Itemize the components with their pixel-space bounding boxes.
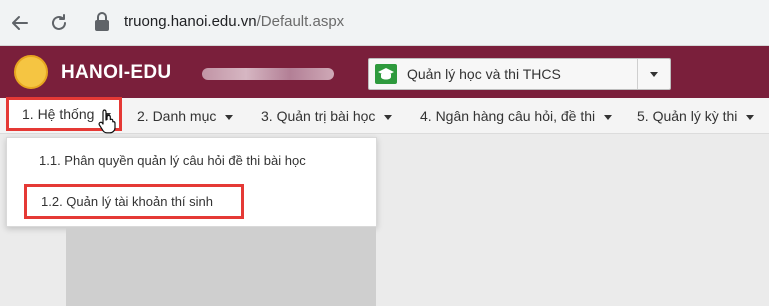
- content-placeholder-panel: [66, 227, 376, 306]
- select-divider: [637, 59, 638, 89]
- hand-cursor-icon: [98, 109, 116, 134]
- brand-title: HANOI-EDU: [61, 62, 172, 83]
- page: truong.hanoi.edu.vn/Default.aspx HANOI-E…: [0, 0, 769, 306]
- menu-item-label: 3. Quản trị bài học: [261, 108, 376, 124]
- menu-item-label: 4. Ngân hàng câu hỏi, đề thi: [420, 108, 596, 124]
- blurred-user-name: [202, 68, 334, 80]
- caret-down-icon: [746, 114, 755, 120]
- url-path: /Default.aspx: [256, 13, 345, 30]
- caret-down-icon: [225, 114, 234, 120]
- hanoi-edu-logo[interactable]: [14, 55, 48, 89]
- chevron-down-icon[interactable]: [650, 72, 658, 77]
- menu-item-danh-muc[interactable]: 2. Danh mục: [137, 98, 234, 134]
- lock-icon: [95, 12, 109, 31]
- address-bar-url[interactable]: truong.hanoi.edu.vn/Default.aspx: [124, 13, 344, 30]
- graduation-cap-icon: [375, 64, 397, 84]
- browser-toolbar: truong.hanoi.edu.vn/Default.aspx: [0, 0, 769, 46]
- menu-item-ngan-hang-cau-hoi[interactable]: 4. Ngân hàng câu hỏi, đề thi: [420, 98, 613, 134]
- he-thong-dropdown: 1.1. Phân quyền quản lý câu hỏi đề thi b…: [6, 137, 377, 227]
- dropdown-item-quan-ly-tai-khoan-thi-sinh[interactable]: 1.2. Quản lý tài khoản thí sinh: [24, 184, 244, 219]
- reload-icon[interactable]: [48, 12, 70, 34]
- caret-down-icon: [604, 114, 613, 120]
- menu-item-label: 2. Danh mục: [137, 108, 217, 124]
- menu-item-label: 5. Quản lý kỳ thi: [637, 108, 738, 124]
- menu-item-quan-ly-ky-thi[interactable]: 5. Quản lý kỳ thi: [637, 98, 755, 134]
- menu-item-label: 1. Hệ thống: [22, 106, 95, 122]
- menu-item-quan-tri-bai-hoc[interactable]: 3. Quản trị bài học: [261, 98, 393, 134]
- back-arrow-icon[interactable]: [9, 12, 31, 34]
- system-select[interactable]: Quản lý học và thi THCS: [368, 58, 671, 90]
- caret-down-icon: [384, 114, 393, 120]
- dropdown-item-phan-quyen[interactable]: 1.1. Phân quyền quản lý câu hỏi đề thi b…: [7, 153, 376, 168]
- site-header: HANOI-EDU Quản lý học và thi THCS: [0, 46, 769, 98]
- system-select-value: Quản lý học và thi THCS: [407, 66, 561, 82]
- url-host: truong.hanoi.edu.vn: [124, 13, 257, 30]
